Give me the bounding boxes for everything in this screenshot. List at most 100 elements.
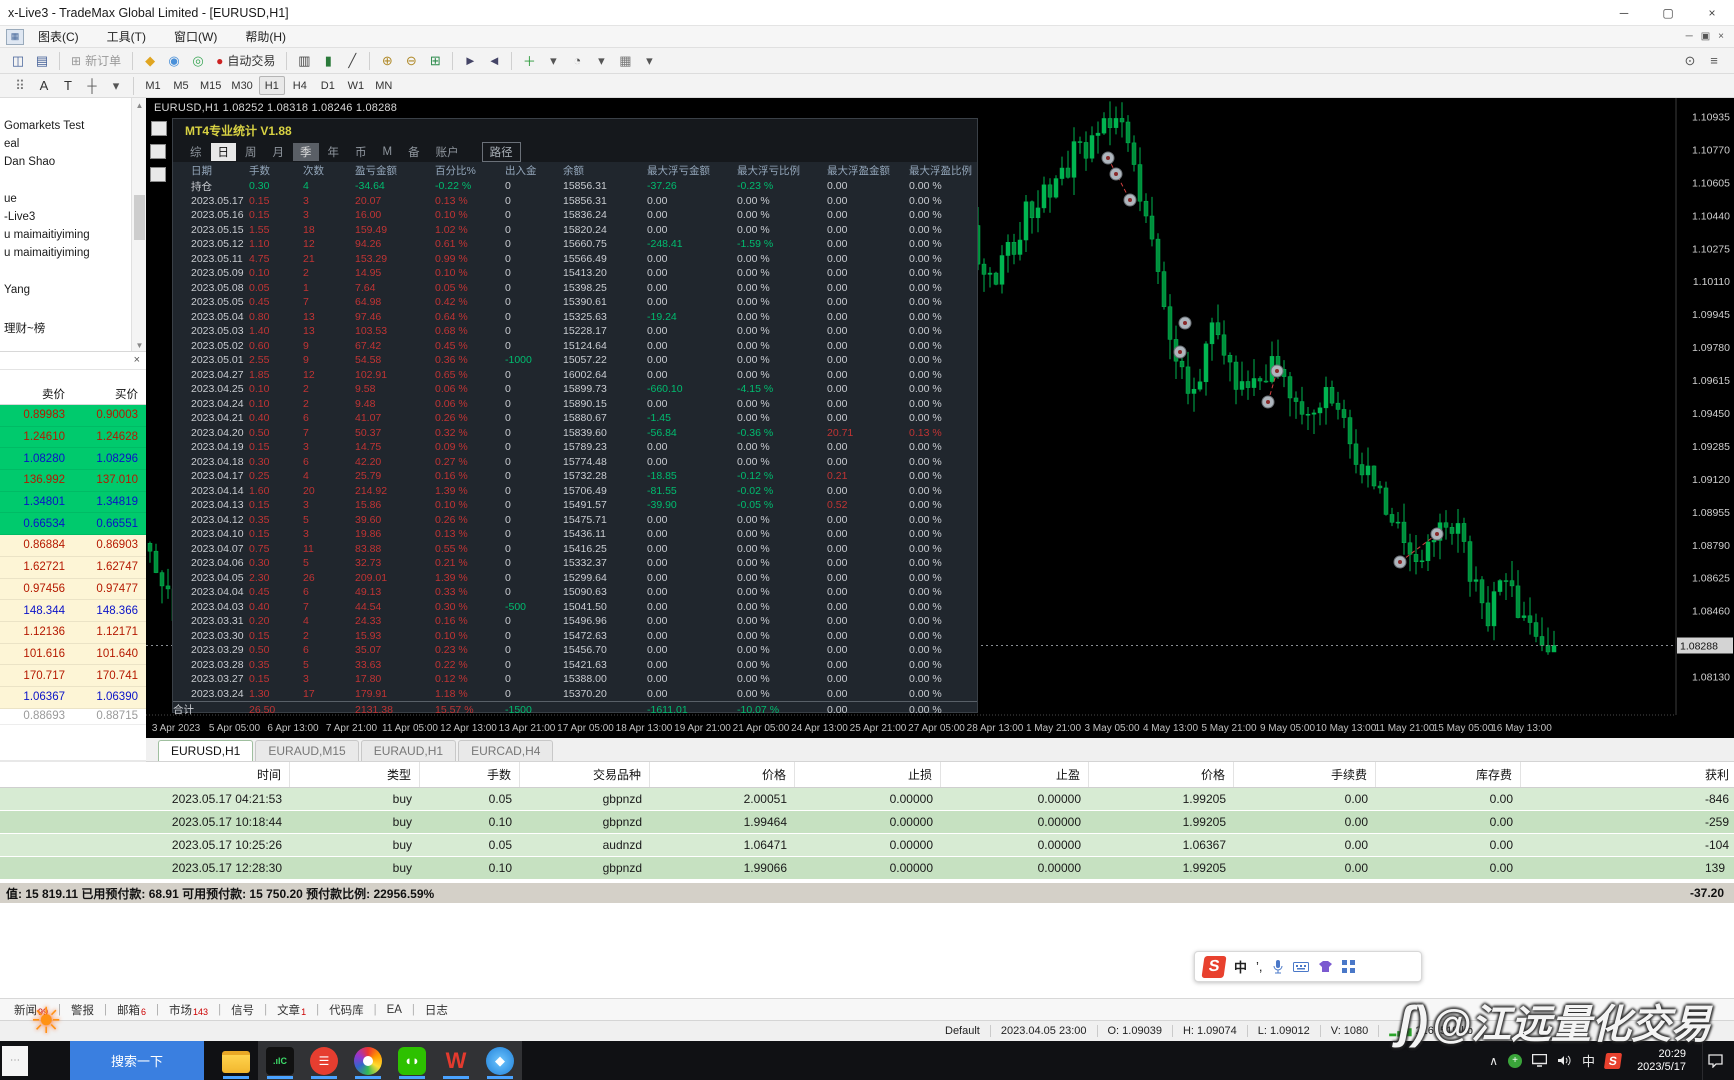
- stats-tab-综[interactable]: 综: [183, 143, 209, 161]
- keyboard-icon[interactable]: [1292, 961, 1309, 973]
- dropdown-caret-icon[interactable]: ▾: [638, 51, 660, 71]
- navigator-account-item[interactable]: Gomarkets Test: [0, 120, 146, 138]
- bid-column-header[interactable]: 卖价: [0, 386, 73, 402]
- timeframe-m30[interactable]: M30: [227, 76, 256, 95]
- auto-trading-button[interactable]: ● 自动交易: [210, 51, 281, 71]
- market-watch-row[interactable]: 170.717 170.741: [0, 665, 146, 687]
- volume-icon[interactable]: [1557, 1054, 1572, 1067]
- trade-row[interactable]: 2023.05.17 10:18:44 buy 0.10 gbpnzd 1.99464 0…: [0, 811, 1734, 834]
- zoom-in-icon[interactable]: ⊕: [376, 51, 398, 71]
- line-chart-icon[interactable]: ╱: [341, 51, 363, 71]
- timeframe-w1[interactable]: W1: [343, 76, 369, 95]
- market-watch-row[interactable]: 1.62721 1.62747: [0, 556, 146, 579]
- market-watch-row[interactable]: 136.992 137.010: [0, 470, 146, 492]
- timeframe-d1[interactable]: D1: [315, 76, 341, 95]
- stats-tab-账户[interactable]: 账户: [429, 143, 466, 161]
- templates-icon[interactable]: ▦: [614, 51, 636, 71]
- market-watch-row[interactable]: 1.12136 1.12171: [0, 621, 146, 644]
- chart-shift-icon[interactable]: ◄: [483, 51, 505, 71]
- sogou-tray-icon[interactable]: S: [1603, 1052, 1623, 1069]
- navigator-account-item[interactable]: -Live3: [0, 211, 146, 229]
- taskbar-clock[interactable]: 20:29 2023/5/17: [1631, 1048, 1692, 1074]
- navigator-account-item[interactable]: Yang: [0, 284, 146, 302]
- chart-tab-eurusdh1[interactable]: EURUSD,H1: [158, 740, 254, 761]
- market-watch-row[interactable]: 0.86884 0.86903: [0, 535, 146, 557]
- more-icon[interactable]: ≡: [1703, 51, 1725, 71]
- timeframe-m5[interactable]: M5: [168, 76, 194, 95]
- scroll-thumb[interactable]: [134, 195, 145, 240]
- trade-row[interactable]: 2023.05.17 10:25:26 buy 0.05 audnzd 1.06471 0…: [0, 834, 1734, 857]
- panel-move-button[interactable]: [150, 144, 166, 159]
- trade-row[interactable]: 2023.05.17 12:28:30 buy 0.10 gbpnzd 1.99066 0…: [0, 857, 1734, 880]
- market-watch-row[interactable]: 148.344 148.366: [0, 600, 146, 622]
- navigator-account-item[interactable]: Dan Shao: [0, 156, 146, 174]
- terminal-tab-市场[interactable]: 市场 143: [165, 1002, 212, 1018]
- sun-pinned-icon[interactable]: ☀: [30, 1000, 62, 1042]
- grid-dots-icon[interactable]: ⠿: [9, 76, 31, 96]
- timeframe-h4[interactable]: H4: [287, 76, 313, 95]
- sogou-logo-icon[interactable]: S: [1201, 955, 1227, 978]
- zoom-out-icon[interactable]: ⊖: [400, 51, 422, 71]
- chart-tab-euraudh1[interactable]: EURAUD,H1: [360, 740, 457, 761]
- minimize-button[interactable]: ─: [1602, 0, 1646, 26]
- text-a-icon[interactable]: A: [33, 76, 55, 96]
- scroll-up-icon[interactable]: ▲: [132, 98, 146, 112]
- panel-close-button[interactable]: [150, 167, 166, 182]
- market-watch-icon[interactable]: ◫: [7, 51, 29, 71]
- wechat-taskbar-button[interactable]: ◖◗: [390, 1041, 434, 1080]
- market-watch-row[interactable]: 0.88693 0.88715: [0, 708, 146, 725]
- stats-tab-年[interactable]: 年: [321, 143, 347, 161]
- market-watch-row[interactable]: 0.97456 0.97477: [0, 578, 146, 601]
- navigator-account-item[interactable]: u maimaitiyiming: [0, 247, 146, 265]
- punctuation-icon[interactable]: ’,: [1256, 959, 1263, 974]
- terminal-tab-ea[interactable]: EA: [383, 1004, 406, 1016]
- candle-chart-icon[interactable]: ▮: [317, 51, 339, 71]
- timeframe-h1[interactable]: H1: [258, 76, 285, 95]
- global-variables-icon[interactable]: ◉: [163, 51, 185, 71]
- antivirus-icon[interactable]: +: [1508, 1053, 1523, 1068]
- dropdown-caret-icon[interactable]: ▾: [542, 51, 564, 71]
- market-watch-row[interactable]: 101.616 101.640: [0, 643, 146, 666]
- stats-tab-路径[interactable]: 路径: [481, 141, 521, 162]
- scroll-down-icon[interactable]: ▼: [132, 338, 146, 351]
- timeframe-m1[interactable]: M1: [140, 76, 166, 95]
- stats-tab-M[interactable]: M: [376, 145, 400, 159]
- menu-item-w[interactable]: 窗口(W): [160, 26, 231, 48]
- terminal-tab-信号[interactable]: 信号: [227, 1002, 258, 1018]
- search-icon[interactable]: ⊙: [1679, 51, 1701, 71]
- display-icon[interactable]: [1532, 1054, 1548, 1067]
- market-watch-row[interactable]: 1.34801 1.34819: [0, 491, 146, 514]
- shapes-icon[interactable]: ┼: [81, 76, 103, 96]
- indicators-icon[interactable]: ＋: [518, 51, 540, 71]
- close-button[interactable]: ×: [1690, 0, 1734, 26]
- text-label-icon[interactable]: T: [57, 76, 79, 96]
- child-close-icon[interactable]: ×: [1718, 31, 1724, 42]
- tray-expand-icon[interactable]: ∧: [1489, 1054, 1498, 1068]
- qq-taskbar-button[interactable]: ◆: [478, 1041, 522, 1080]
- chart-tab-eurcadh4[interactable]: EURCAD,H4: [458, 740, 554, 761]
- timeframe-mn[interactable]: MN: [371, 76, 397, 95]
- stats-tab-季[interactable]: 季: [293, 142, 319, 161]
- dropdown-caret-icon[interactable]: ▾: [105, 76, 127, 96]
- market-watch-row[interactable]: 0.66534 0.66551: [0, 513, 146, 536]
- navigator-scrollbar[interactable]: ▲ ▼: [131, 98, 146, 351]
- browser-taskbar-button[interactable]: [346, 1041, 390, 1080]
- stats-tab-备[interactable]: 备: [401, 143, 427, 161]
- child-minimize-icon[interactable]: ─: [1686, 31, 1693, 42]
- navigator-account-item[interactable]: eal: [0, 138, 146, 156]
- navigator-account-item[interactable]: ue: [0, 193, 146, 211]
- mic-icon[interactable]: [1272, 959, 1284, 975]
- trade-row[interactable]: 2023.05.17 04:21:53 buy 0.05 gbpnzd 2.00051 0…: [0, 788, 1734, 811]
- navigator-account-item[interactable]: u maimaitiyiming: [0, 229, 146, 247]
- signals-icon[interactable]: ◎: [187, 51, 209, 71]
- stats-tab-日[interactable]: 日: [210, 142, 236, 161]
- menu-item-c[interactable]: 图表(C): [24, 26, 93, 48]
- ask-column-header[interactable]: 买价: [73, 386, 146, 402]
- ic-markets-taskbar-button[interactable]: .ılC: [258, 1041, 302, 1080]
- chart-tab-euraudm15[interactable]: EURAUD,M15: [255, 740, 359, 761]
- market-watch-row[interactable]: 1.24610 1.24628: [0, 426, 146, 449]
- red-app-taskbar-button[interactable]: ☰: [302, 1041, 346, 1080]
- close-icon[interactable]: ×: [134, 354, 140, 366]
- market-watch-row[interactable]: 1.06367 1.06390: [0, 686, 146, 709]
- maximize-button[interactable]: ▢: [1646, 0, 1690, 26]
